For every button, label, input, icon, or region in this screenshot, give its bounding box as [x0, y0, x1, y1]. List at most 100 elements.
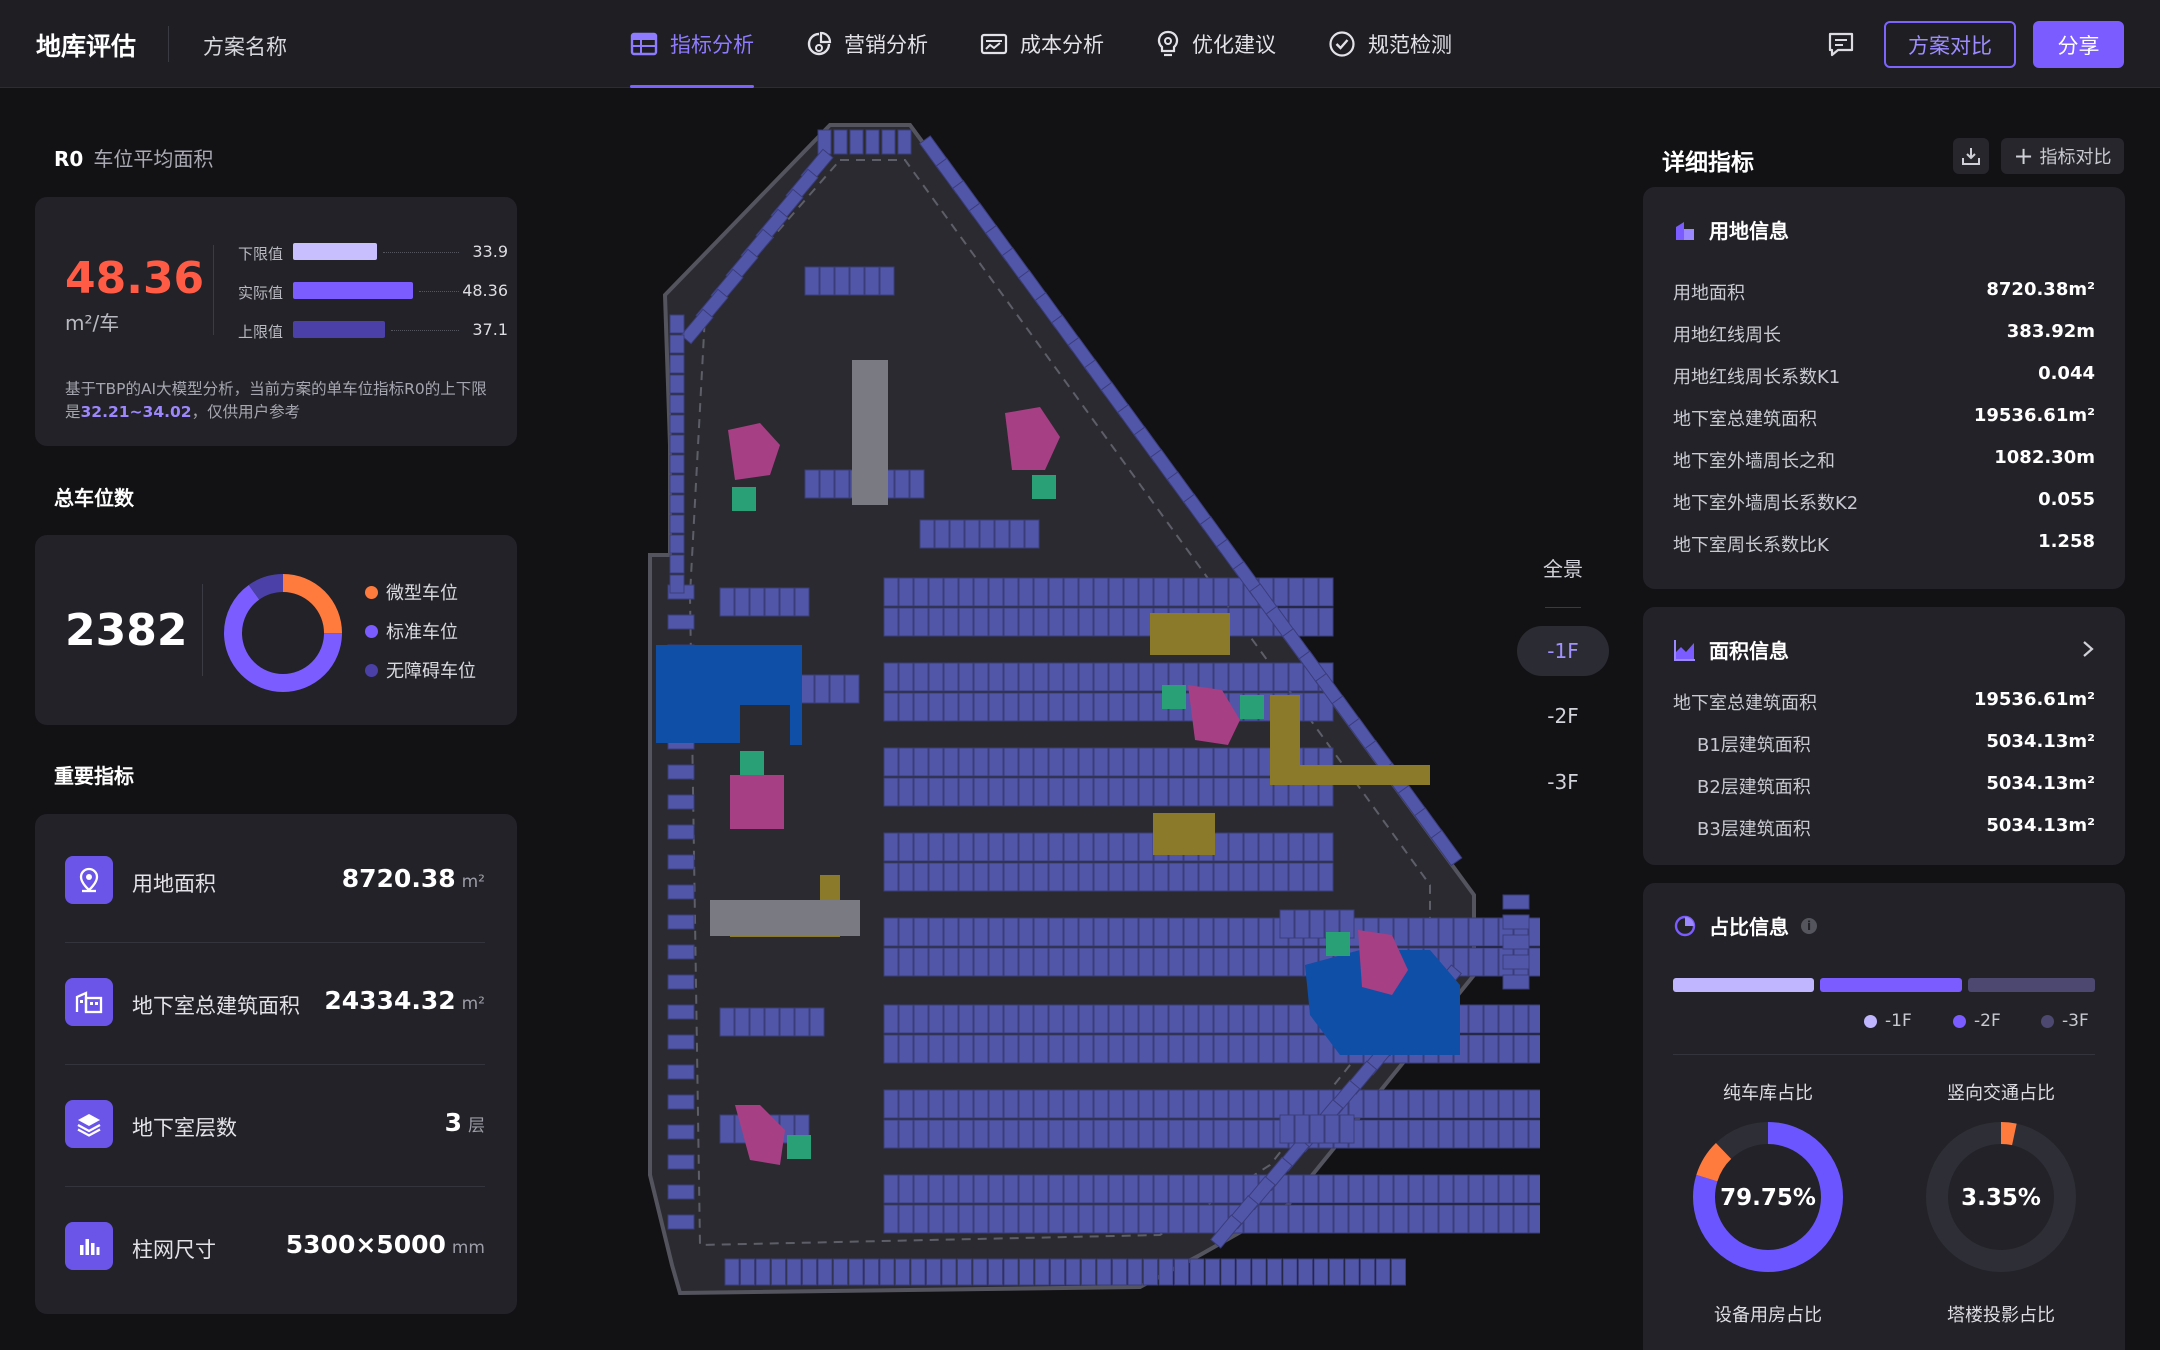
parking-stall	[1048, 577, 1064, 607]
floor-button-b2[interactable]: -2F	[1517, 704, 1609, 728]
kv-row: 用地红线周长系数K1 0.044	[1673, 363, 2095, 388]
parking-stall	[1288, 947, 1304, 977]
parking-stall	[943, 1034, 959, 1064]
parking-stall	[1003, 1258, 1019, 1286]
parking-stall	[1408, 1204, 1424, 1234]
parking-stall	[1048, 947, 1064, 977]
parking-stall	[1123, 747, 1139, 777]
parking-stall	[1138, 692, 1154, 722]
floor-overview-button[interactable]: 全景	[1517, 553, 1609, 582]
parking-divider	[202, 584, 203, 676]
parking-stall	[1393, 1089, 1409, 1119]
lightbulb-icon	[1157, 30, 1179, 57]
parking-stall	[719, 587, 735, 617]
parking-stall	[1393, 1174, 1409, 1204]
parking-stall	[667, 974, 695, 990]
parking-stall	[1003, 692, 1019, 722]
kv-row: 用地面积 8720.38m²	[1673, 279, 2095, 304]
parking-stall	[883, 832, 899, 862]
parking-stall	[913, 747, 929, 777]
parking-stall	[1153, 1119, 1169, 1149]
parking-stall	[1198, 862, 1214, 892]
parking-stall	[1183, 1174, 1199, 1204]
parking-stall	[928, 692, 944, 722]
info-icon[interactable]: i	[1801, 917, 1817, 934]
layers-icon	[65, 1100, 113, 1148]
parking-stall	[1303, 692, 1319, 722]
parking-stall	[973, 862, 989, 892]
parking-stall	[881, 129, 896, 155]
parking-stall	[913, 862, 929, 892]
r0-code: R0	[54, 147, 84, 171]
floor-button-b3[interactable]: -3F	[1517, 770, 1609, 794]
parking-stall	[1483, 917, 1499, 947]
parking-card: 2382 微型车位 标准车位 无障碍车位	[35, 535, 517, 725]
kv-value: 19536.61m²	[1973, 405, 2095, 426]
tab-cost-analysis[interactable]: 成本分析	[980, 0, 1104, 88]
parking-stall	[1123, 832, 1139, 862]
kv-row: 地下室总建筑面积 19536.61m²	[1673, 405, 2095, 430]
plan-compare-button[interactable]: 方案对比	[1884, 21, 2016, 68]
parking-stall	[988, 747, 1004, 777]
parking-stall	[1513, 1089, 1529, 1119]
message-icon[interactable]	[1826, 30, 1856, 58]
plan-name[interactable]: 方案名称	[203, 31, 287, 61]
parking-stall	[1483, 1089, 1499, 1119]
parking-stall	[1183, 577, 1199, 607]
metric-compare-button[interactable]: + 指标对比	[2001, 138, 2124, 174]
parking-stall	[973, 917, 989, 947]
parking-stall	[1243, 662, 1259, 692]
parking-stall	[1378, 1089, 1394, 1119]
parking-stall	[1063, 1004, 1079, 1034]
parking-stall	[1213, 862, 1229, 892]
parking-stall	[1168, 1089, 1184, 1119]
parking-stall	[1408, 1119, 1424, 1149]
kv-key: B2层建筑面积	[1697, 777, 1811, 798]
parking-stall	[973, 577, 989, 607]
parking-stall	[1033, 692, 1049, 722]
core-zone-yellow	[1150, 613, 1230, 655]
parking-stall	[1483, 947, 1499, 977]
parking-stall	[1198, 917, 1214, 947]
parking-stall	[1018, 607, 1034, 637]
parking-stall	[669, 434, 685, 454]
parking-stall	[988, 692, 1004, 722]
kv-row: 用地红线周长 383.92m	[1673, 321, 2095, 346]
parking-stall	[1138, 917, 1154, 947]
tab-optimization[interactable]: 优化建议	[1156, 0, 1276, 88]
parking-stall	[1189, 1258, 1205, 1286]
parking-stall	[1453, 917, 1469, 947]
basement-floor-plan[interactable]	[640, 115, 1540, 1295]
parking-stall	[1183, 1034, 1199, 1064]
tab-compliance-check[interactable]: 规范检测	[1328, 0, 1452, 88]
parking-stall	[1153, 747, 1169, 777]
parking-stall	[913, 692, 929, 722]
parking-stall	[1081, 1258, 1096, 1286]
floor-button-b1[interactable]: -1F	[1517, 626, 1609, 676]
parking-stall	[1408, 917, 1424, 947]
parking-stall	[1024, 519, 1040, 549]
parking-stall	[994, 519, 1010, 549]
download-button[interactable]	[1953, 138, 1989, 174]
parking-stall	[1048, 1089, 1064, 1119]
parking-stall	[1078, 1089, 1094, 1119]
parking-stall	[1063, 662, 1079, 692]
parking-stall	[1033, 1004, 1049, 1034]
parking-stall	[1078, 747, 1094, 777]
parking-stall	[988, 1034, 1004, 1064]
parking-stall	[1363, 1119, 1379, 1149]
parking-stall	[734, 587, 750, 617]
kpi-basement-area: 地下室总建筑面积 24334.32 m²	[65, 978, 485, 1028]
elevator-zone-green	[1240, 695, 1264, 719]
share-button[interactable]: 分享	[2033, 21, 2124, 68]
tab-indicator-analysis[interactable]: 指标分析	[630, 0, 754, 88]
parking-stall	[943, 862, 959, 892]
parking-stall	[1318, 1204, 1334, 1234]
chevron-right-icon[interactable]	[2081, 639, 2095, 659]
tab-marketing-analysis[interactable]: 营销分析	[806, 0, 928, 88]
parking-stall	[1048, 607, 1064, 637]
parking-stall	[1236, 1258, 1251, 1286]
parking-stall	[1138, 1204, 1154, 1234]
parking-stall	[898, 947, 914, 977]
elevator-zone-green	[1326, 932, 1350, 956]
